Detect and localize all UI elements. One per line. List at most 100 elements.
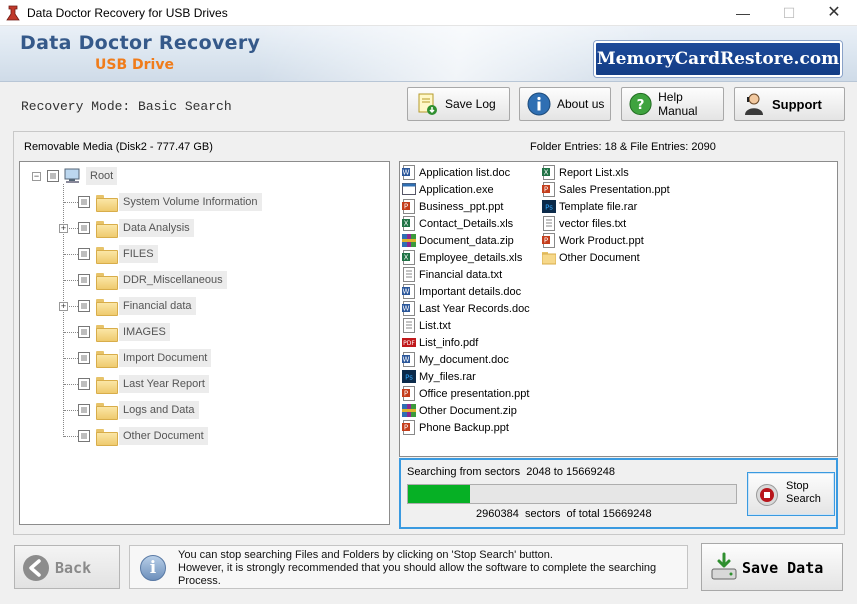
file-list-item[interactable]: W Important details.doc <box>402 283 521 300</box>
file-list-item[interactable]: X Report List.xls <box>542 164 629 181</box>
file-list-item[interactable]: P Work Product.ppt <box>542 232 644 249</box>
tree-folder-label: IMAGES <box>119 323 170 341</box>
file-list-item[interactable]: Document_data.zip <box>402 232 514 249</box>
file-list-item[interactable]: List.txt <box>402 317 451 334</box>
search-range-label: Searching from sectors 2048 to 15669248 <box>407 466 615 478</box>
info-line-1: You can stop searching Files and Folders… <box>178 549 553 561</box>
tree-folder-item[interactable]: Logs and Data <box>78 399 199 421</box>
file-list-item[interactable]: vector files.txt <box>542 215 626 232</box>
search-progress-panel: Searching from sectors 2048 to 15669248 … <box>399 458 838 529</box>
folder-checkbox[interactable] <box>78 196 90 208</box>
file-list-item[interactable]: Ps My_files.rar <box>402 368 476 385</box>
minimize-icon[interactable]: — <box>720 0 766 26</box>
file-list-item[interactable]: P Sales Presentation.ppt <box>542 181 670 198</box>
file-name: Financial data.txt <box>419 268 503 281</box>
file-name: Last Year Records.doc <box>419 302 530 315</box>
tree-folder-item[interactable]: Import Document <box>78 347 212 369</box>
file-name: Report List.xls <box>559 166 629 179</box>
file-name: Application list.doc <box>419 166 511 179</box>
help-manual-button[interactable]: ? Help Manual <box>621 87 724 121</box>
help-manual-label: Help Manual <box>658 90 698 118</box>
total-sectors-value: 15669248 <box>602 508 652 520</box>
recovery-mode-label: Recovery Mode: Basic Search <box>21 99 232 114</box>
file-list-item[interactable]: W Last Year Records.doc <box>402 300 530 317</box>
file-list-item[interactable]: W My_document.doc <box>402 351 509 368</box>
root-checkbox[interactable] <box>47 170 59 182</box>
support-person-icon <box>745 93 763 115</box>
save-data-button[interactable]: Save Data <box>701 543 843 591</box>
powerpoint-icon: P <box>402 199 415 214</box>
file-list-item[interactable]: P Business_ppt.ppt <box>402 198 503 215</box>
file-list-item[interactable]: Ps Template file.rar <box>542 198 637 215</box>
toolbar: Recovery Mode: Basic Search Save Log Abo… <box>0 82 857 130</box>
expand-icon[interactable]: + <box>59 302 68 311</box>
start-sector-value: 2048 <box>526 466 551 478</box>
save-log-button[interactable]: Save Log <box>407 87 510 121</box>
tree-folder-item[interactable]: FILES <box>78 243 158 265</box>
folder-checkbox[interactable] <box>78 274 90 286</box>
about-us-button[interactable]: About us <box>519 87 611 121</box>
tree-folder-label: System Volume Information <box>119 193 262 211</box>
expand-icon[interactable]: + <box>59 224 68 233</box>
file-list-item[interactable]: P Phone Backup.ppt <box>402 419 509 436</box>
info-message-box: i You can stop searching Files and Folde… <box>129 545 688 589</box>
file-list-item[interactable]: P Office presentation.ppt <box>402 385 529 402</box>
folder-checkbox[interactable] <box>78 222 90 234</box>
tree-folder-item[interactable]: DDR_Miscellaneous <box>78 269 227 291</box>
svg-text:P: P <box>544 237 548 245</box>
entries-count-label: Folder Entries: 18 & File Entries: 2090 <box>530 141 716 153</box>
tree-folder-item[interactable]: Other Document <box>78 425 208 447</box>
collapse-icon[interactable]: − <box>32 171 41 181</box>
back-arrow-icon <box>23 555 49 581</box>
maximize-icon[interactable]: ☐ <box>766 0 812 26</box>
svg-text:W: W <box>403 305 410 313</box>
file-list-item[interactable]: X Contact_Details.xls <box>402 215 513 232</box>
folder-checkbox[interactable] <box>78 378 90 390</box>
file-list-item[interactable]: Other Document.zip <box>402 402 517 419</box>
folder-checkbox[interactable] <box>78 326 90 338</box>
close-icon[interactable]: ✕ <box>811 0 857 26</box>
app-icon <box>6 5 20 21</box>
folder-checkbox[interactable] <box>78 430 90 442</box>
file-list-item[interactable]: PDF List_info.pdf <box>402 334 478 351</box>
progress-bar <box>407 484 737 504</box>
file-list[interactable]: W Application list.doc Application.exe P Bus… <box>399 161 838 457</box>
title-bar: Data Doctor Recovery for USB Drives — ☐ … <box>0 0 857 26</box>
stop-label-line1: Stop <box>786 480 809 492</box>
header-banner: Data Doctor Recovery USB Drive MemoryCar… <box>0 26 857 82</box>
back-button[interactable]: Back <box>14 545 120 589</box>
svg-text:X: X <box>544 169 549 177</box>
file-list-item[interactable]: Application.exe <box>402 181 494 198</box>
file-name: Work Product.ppt <box>559 234 644 247</box>
tree-folder-item[interactable]: Data Analysis <box>78 217 194 239</box>
folder-icon <box>96 246 118 264</box>
save-log-icon <box>418 93 437 115</box>
powerpoint-icon: P <box>542 182 555 197</box>
file-list-item[interactable]: Other Document <box>542 249 640 266</box>
stop-search-button[interactable]: Stop Search <box>747 472 835 516</box>
tree-folder-item[interactable]: IMAGES <box>78 321 170 343</box>
tree-folder-item[interactable]: Financial data <box>78 295 196 317</box>
file-list-item[interactable]: X Employee_details.xls <box>402 249 522 266</box>
folder-checkbox[interactable] <box>78 404 90 416</box>
file-list-item[interactable]: Financial data.txt <box>402 266 502 283</box>
stop-label-line2: Search <box>786 493 821 505</box>
tree-folder-item[interactable]: Last Year Report <box>78 373 209 395</box>
file-list-item[interactable]: W Application list.doc <box>402 164 510 181</box>
folder-checkbox[interactable] <box>78 352 90 364</box>
tree-folder-item[interactable]: System Volume Information <box>78 191 262 213</box>
info-message: You can stop searching Files and Folders… <box>178 549 656 588</box>
support-button[interactable]: Support <box>734 87 845 121</box>
tree-folder-label: Import Document <box>119 349 212 367</box>
info-icon <box>527 92 551 116</box>
tree-folder-label: DDR_Miscellaneous <box>119 271 227 289</box>
folder-tree[interactable]: − Root System Volume Information + Data An… <box>19 161 390 525</box>
folder-checkbox[interactable] <box>78 248 90 260</box>
tree-root[interactable]: − Root <box>32 165 118 187</box>
tree-folder-label: Data Analysis <box>119 219 194 237</box>
save-drive-icon <box>711 552 737 580</box>
powerpoint-icon: P <box>542 233 555 248</box>
powerpoint-icon: P <box>402 386 415 401</box>
folder-checkbox[interactable] <box>78 300 90 312</box>
svg-text:X: X <box>404 220 409 228</box>
